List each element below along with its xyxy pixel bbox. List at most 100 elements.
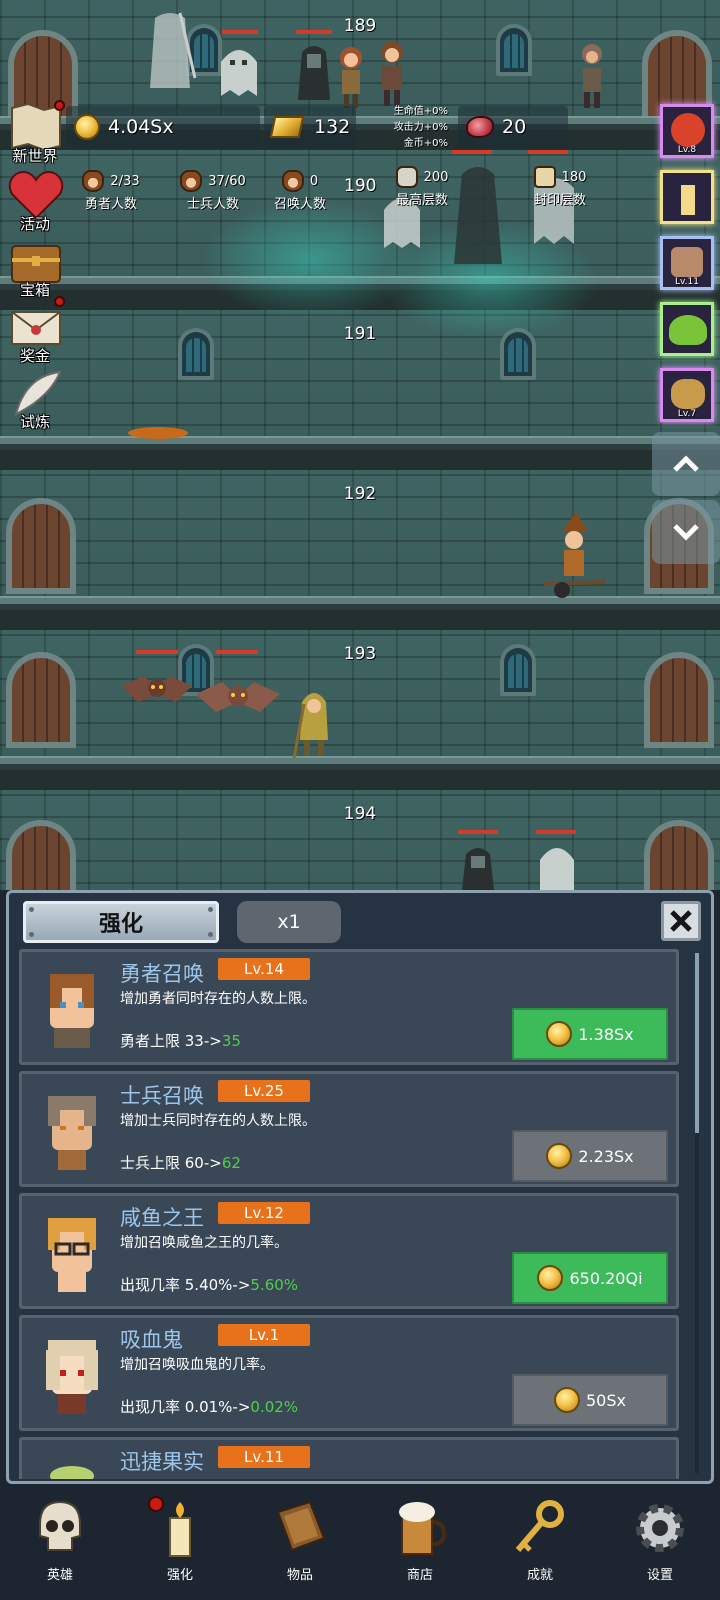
upgrade-stat: 出现几率 0.01%->0.02% [120,1398,299,1416]
enemy-hp-bar [296,30,332,34]
level-badge: Lv.1 [218,1324,310,1346]
gold-coin-icon [546,1143,573,1169]
level-badge: Lv.25 [218,1080,310,1102]
soldier-head-icon [180,170,203,192]
item-slot-barrel[interactable]: Lv.11 [660,236,714,290]
hero-count-label: 勇者人数 [84,197,137,212]
multiplier-label: x1 [277,911,301,933]
nav-label: 物品 [286,1568,313,1583]
floor-193: 193 [0,630,720,790]
enemy-hp-bar [452,150,492,154]
sealed-floor-label: 封印层数 [533,193,586,208]
window [178,328,214,380]
vampire-portrait [46,1340,98,1414]
upgrade-description: 增加勇者同时存在的人数上限。 [120,991,316,1007]
goggles-icon [671,379,705,409]
item-level: Lv.8 [677,145,697,155]
nav-label: 成就 [526,1568,553,1583]
upgrade-name: 咸鱼之王 [120,1206,204,1230]
soldier-portrait [48,1096,96,1170]
nav-heroes[interactable]: 英雄 [0,1492,120,1600]
skull-icon [39,1500,81,1551]
floor-number: 191 [343,324,377,344]
chevron-up-icon [673,455,699,472]
summon-count-label: 召唤人数 [273,197,326,212]
summon-count: 0 召唤人数 [268,170,332,212]
upgrade-card-hero-summon: 勇者召唤 Lv.14 增加勇者同时存在的人数上限。 勇者上限 33->35 1.… [19,949,679,1065]
menu-bonus[interactable]: 奖金 [2,296,68,365]
nav-label: 英雄 [46,1568,73,1583]
item-slot-slime[interactable] [660,302,714,356]
hooded-reaper-sprite [298,46,330,100]
door [6,820,76,890]
menu-label: 奖金 [19,347,50,365]
menu-events[interactable]: 活动 [2,168,68,233]
nav-enhance[interactable]: 强化 [120,1492,240,1600]
sealed-floor-value: 180 [561,169,587,185]
beer-mug-icon [399,1502,447,1555]
hp-bonus: 生命值+0% [393,106,448,117]
menu-new-world[interactable]: 新世界 [2,100,68,165]
floor-191: 191 [0,310,720,470]
gold-coin-icon [74,114,100,140]
reaper-ghost-sprite [150,12,197,88]
max-floor-value: 200 [423,169,449,185]
gold-bonus: 金币+0% [403,138,448,149]
upgrade-stat: 出现几率 5.40%->5.60% [120,1276,299,1294]
nav-label: 强化 [166,1568,193,1583]
price: 650.20Qi [569,1268,643,1288]
level-badge: Lv.11 [218,1446,310,1468]
notification-dot [54,296,65,307]
item-slot-apple[interactable]: Lv.8 [660,104,714,158]
scroll-down-button[interactable] [652,500,720,564]
price: 50Sx [586,1390,626,1410]
scroll-up-button[interactable] [652,432,720,496]
door [6,652,76,748]
buy-upgrade-button[interactable]: 1.38Sx [512,1008,668,1060]
nav-shop[interactable]: 商店 [360,1492,480,1600]
ghost-sprite [540,848,574,890]
upgrade-stat: 士兵上限 60->62 [120,1154,241,1172]
nav-items[interactable]: 物品 [240,1492,360,1600]
upgrade-list[interactable]: 勇者召唤 Lv.14 增加勇者同时存在的人数上限。 勇者上限 33->35 1.… [19,949,701,1479]
scroll-icon [533,166,556,188]
list-scrollbar-thumb[interactable] [695,953,699,1133]
barrel-icon [671,247,703,277]
floor-number-190: 190 [344,176,377,196]
nav-achievements[interactable]: 成就 [480,1492,600,1600]
buy-upgrade-button[interactable]: 650.20Qi [512,1252,668,1304]
upgrade-description: 增加士兵同时存在的人数上限。 [120,1113,316,1129]
menu-chest[interactable]: 宝箱 [2,234,68,299]
multiplier-toggle[interactable]: x1 [237,901,341,943]
enemy-hp-bar [458,830,498,834]
chevron-down-icon [673,524,699,541]
item-slot-candle[interactable] [660,170,714,224]
upgrade-description: 增加召唤吸血鬼的几率。 [120,1357,274,1373]
enemy-hp-bar [216,650,258,654]
enemy-hp-bar [528,150,568,154]
hero-portrait [50,974,94,1048]
level-badge: Lv.12 [218,1202,310,1224]
upgrade-card-salted-fish-king: 咸鱼之王 Lv.12 增加召唤咸鱼之王的几率。 出现几率 5.40%->5.60… [19,1193,679,1309]
window [500,644,536,696]
upgrade-name: 迅捷果实 [120,1450,204,1474]
floor-number: 193 [343,644,377,664]
enemy-hp-bar [222,30,258,34]
nav-label: 商店 [406,1568,433,1583]
tab-enhance[interactable]: 强化 [23,901,219,943]
floor-ledge [0,596,720,630]
nav-settings[interactable]: 设置 [600,1492,720,1600]
item-slot-goggles[interactable]: Lv.7 [660,368,714,422]
floor-194: 194 [0,790,720,890]
hero-head-icon [82,170,105,192]
menu-trial[interactable]: 试炼 [2,366,68,431]
meat-icon [466,116,494,138]
close-button[interactable] [661,901,701,941]
salted-fish-king-portrait [48,1218,96,1292]
buy-upgrade-button[interactable]: 2.23Sx [512,1130,668,1182]
upgrade-card-vampire: 吸血鬼 Lv.1 增加召唤吸血鬼的几率。 出现几率 0.01%->0.02% 5… [19,1315,679,1431]
buy-upgrade-button[interactable]: 50Sx [512,1374,668,1426]
attack-bonus: 攻击力+0% [393,122,448,133]
floor-ledge [0,436,720,470]
apple-icon [671,113,705,147]
